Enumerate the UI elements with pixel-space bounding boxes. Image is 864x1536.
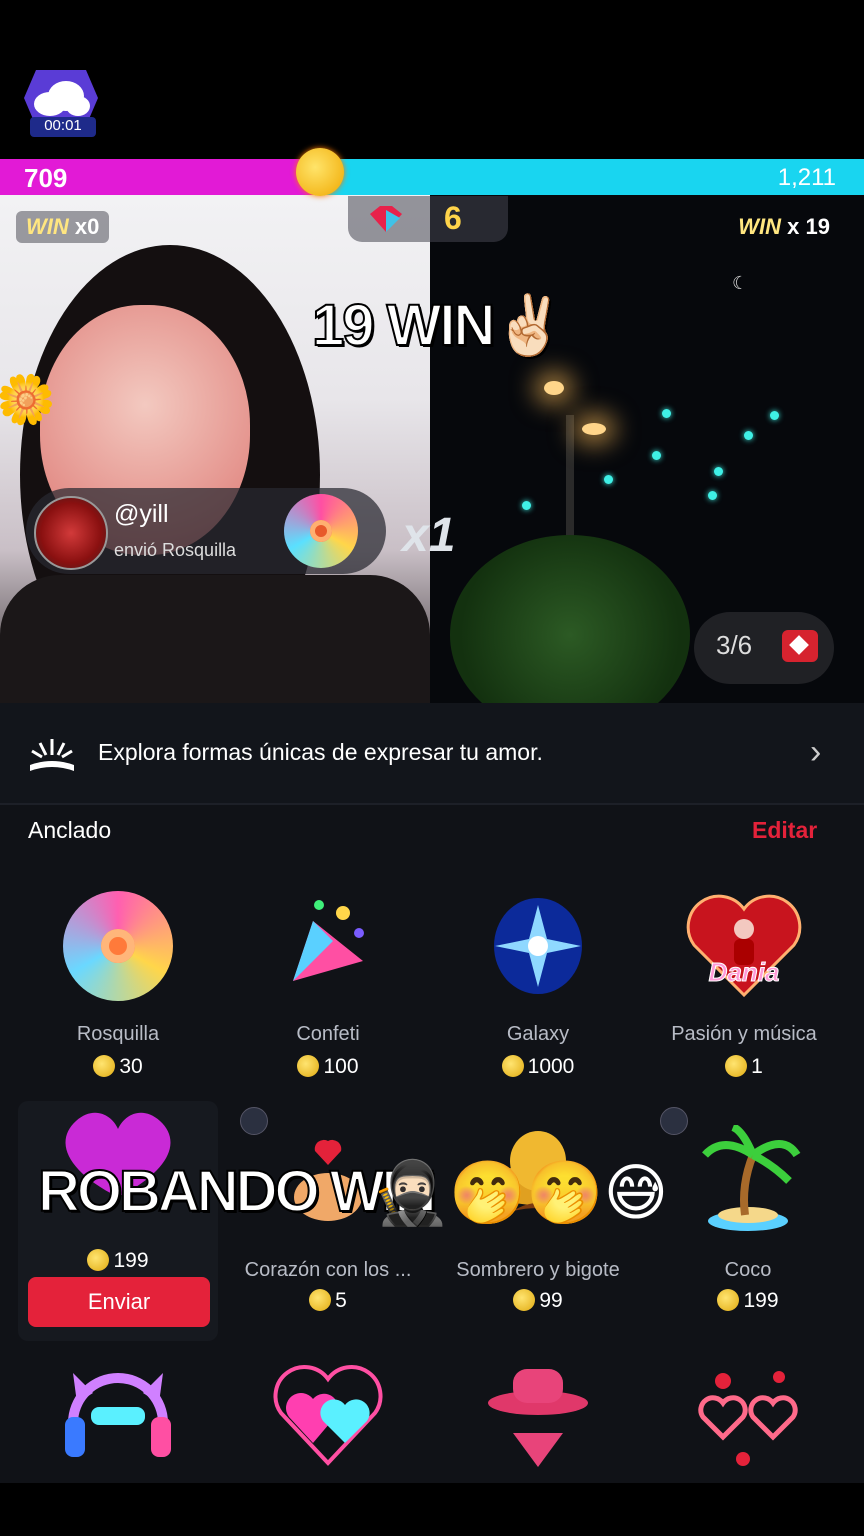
win-count: x0 <box>74 214 100 239</box>
flower-icon: 🌼 <box>0 374 56 427</box>
gift-price: 1 <box>636 1055 852 1079</box>
right-team-score: 1,211 <box>777 164 836 191</box>
battle-score-bar: 709 1,211 <box>0 159 864 195</box>
gift-price: 199 <box>640 1289 856 1313</box>
heart-glasses-icon <box>693 1363 803 1473</box>
bottom-bar <box>0 1483 864 1536</box>
gift-item[interactable] <box>10 1363 226 1473</box>
coin-icon <box>93 1055 116 1077</box>
street-lamp <box>544 381 564 395</box>
right-win-counter: WIN x 19 <box>728 211 840 243</box>
left-host-video[interactable]: 🌼 <box>0 195 430 703</box>
coin-icon <box>717 1289 740 1311</box>
gem-icon <box>370 206 402 232</box>
light-dot <box>708 491 717 500</box>
light-dot <box>770 411 779 420</box>
gift-item[interactable]: Dania Pasión y música 1 <box>636 891 852 1091</box>
battle-timer: 00:01 <box>30 117 96 137</box>
light-dot <box>652 451 661 460</box>
gift-name: Rosquilla <box>76 1023 160 1045</box>
gift-item[interactable] <box>430 1363 646 1473</box>
gift-name: Coco <box>724 1259 772 1281</box>
moon-icon: ☾ <box>732 273 749 293</box>
light-dot <box>714 467 723 476</box>
coin-icon <box>297 1055 320 1077</box>
gift-name: Corazón con los ... <box>244 1259 412 1281</box>
overlay-emojis: 🥷🏻🤭🤭😅 <box>372 1159 669 1228</box>
cat-headphones-icon <box>63 1363 173 1473</box>
gift-item[interactable] <box>640 1363 856 1473</box>
coin-icon <box>513 1289 536 1311</box>
donut-icon <box>284 494 358 568</box>
flower-bush <box>450 535 690 703</box>
gift-price: 100 <box>220 1055 436 1079</box>
gem-counter[interactable]: 6 <box>348 196 508 242</box>
gift-price: 5 <box>220 1289 436 1313</box>
galaxy-icon <box>483 891 593 1001</box>
passion-music-icon: Dania <box>684 891 804 1001</box>
round-count: 3/6 <box>716 630 753 660</box>
gift-name: Confeti <box>296 1023 360 1045</box>
donut-icon <box>63 891 173 1001</box>
win-count: x 19 <box>787 214 830 239</box>
gift-name: Pasión y música <box>671 1023 817 1045</box>
win-label: WIN <box>26 214 69 239</box>
gift-sender-username: @yill <box>114 500 169 528</box>
promo-banner[interactable]: Explora formas únicas de expresar tu amo… <box>0 703 864 805</box>
avatar-badge-icon <box>240 1107 268 1135</box>
promo-text: Explora formas únicas de expresar tu amo… <box>98 739 543 765</box>
avatar[interactable] <box>34 496 108 570</box>
light-dot <box>662 409 671 418</box>
gift-name: Galaxy <box>506 1023 570 1045</box>
gift-price: 99 <box>430 1289 646 1313</box>
light-dot <box>604 475 613 484</box>
overlay-win-caption: 19 WIN✌🏻 <box>311 292 567 359</box>
round-indicator[interactable]: 3/6 <box>694 612 834 684</box>
gift-item[interactable]: Rosquilla 30 <box>10 891 226 1091</box>
gift-item[interactable]: Confeti 100 <box>220 891 436 1091</box>
street-lamp <box>582 423 606 435</box>
confetti-icon <box>273 891 383 1001</box>
coin-icon <box>501 1055 524 1077</box>
gift-panel: Explora formas únicas de expresar tu amo… <box>0 703 864 1483</box>
left-team-score: 709 <box>24 163 68 193</box>
top-bar <box>0 0 864 160</box>
gift-item[interactable]: Coco 199 <box>640 1101 856 1321</box>
section-title-pinned: Anclado <box>28 817 112 843</box>
coin-icon <box>87 1249 110 1271</box>
gift-name: Sombrero y bigote <box>456 1259 620 1281</box>
light-dot <box>744 431 753 440</box>
coin-icon <box>309 1289 332 1311</box>
coin-icon <box>725 1055 748 1077</box>
chevron-right-icon[interactable]: › <box>810 733 821 772</box>
open-book-sparkle-icon <box>30 739 74 771</box>
cowboy-hat-icon <box>483 1363 593 1473</box>
light-dot <box>522 501 531 510</box>
gem-count: 6 <box>444 200 462 236</box>
gift-item[interactable] <box>220 1363 436 1473</box>
edit-button[interactable]: Editar <box>752 817 817 844</box>
angry-face-icon <box>296 148 344 196</box>
double-heart-icon <box>273 1363 383 1473</box>
palm-tree-icon <box>693 1123 803 1235</box>
gift-price: 30 <box>10 1055 226 1079</box>
gift-price: 199 <box>18 1249 218 1273</box>
refresh-badge-icon <box>660 1107 688 1135</box>
win-label: WIN <box>738 214 782 239</box>
gift-price: 1000 <box>430 1055 646 1079</box>
gift-item[interactable]: Galaxy 1000 <box>430 891 646 1091</box>
gift-action-text: envió Rosquilla <box>114 540 237 560</box>
gift-multiplier: x1 <box>402 509 456 562</box>
left-win-counter: WIN x0 <box>16 211 110 243</box>
gift-notification[interactable]: @yill envió Rosquilla <box>26 488 386 574</box>
dania-label: Dania <box>708 957 780 988</box>
gem-icon <box>782 630 818 662</box>
send-button[interactable]: Enviar <box>28 1277 210 1327</box>
host-jacket <box>0 575 430 703</box>
